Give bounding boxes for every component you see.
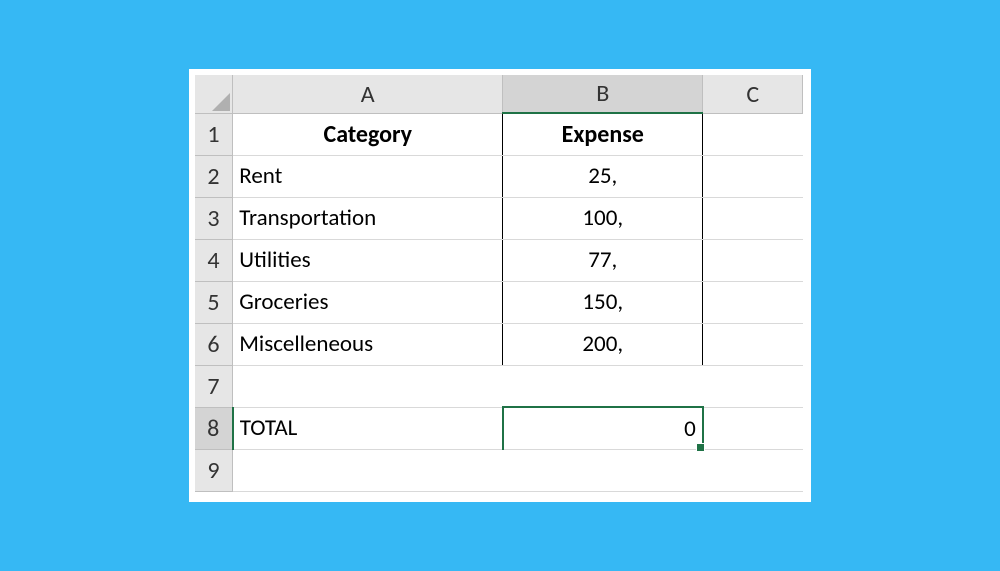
cell-b1[interactable]: Expense (503, 113, 703, 155)
cell-b3[interactable]: 100, (503, 197, 703, 239)
cell-c5[interactable] (703, 281, 803, 323)
cell-a9[interactable] (233, 449, 503, 491)
cell-b4[interactable]: 77, (503, 239, 703, 281)
cell-c9[interactable] (703, 449, 803, 491)
row-header-4[interactable]: 4 (195, 239, 233, 281)
row-header-3[interactable]: 3 (195, 197, 233, 239)
cell-c8[interactable] (703, 407, 803, 449)
row-header-7[interactable]: 7 (195, 365, 233, 407)
row-header-1[interactable]: 1 (195, 113, 233, 155)
row-header-8[interactable]: 8 (195, 407, 233, 449)
cell-a3[interactable]: Transportation (233, 197, 503, 239)
row-header-6[interactable]: 6 (195, 323, 233, 365)
col-header-a[interactable]: A (233, 75, 503, 113)
col-header-c[interactable]: C (703, 75, 803, 113)
cell-b7[interactable] (503, 365, 703, 407)
spreadsheet: A B C 1 Category Expense 2 Rent 25, 3 Tr… (189, 69, 812, 502)
row-header-5[interactable]: 5 (195, 281, 233, 323)
cell-c2[interactable] (703, 155, 803, 197)
select-all-corner[interactable] (195, 75, 233, 113)
cell-c4[interactable] (703, 239, 803, 281)
cell-c1[interactable] (703, 113, 803, 155)
cell-a8[interactable]: TOTAL (233, 407, 503, 449)
cell-b5[interactable]: 150, (503, 281, 703, 323)
cell-c6[interactable] (703, 323, 803, 365)
cell-c3[interactable] (703, 197, 803, 239)
cell-a5[interactable]: Groceries (233, 281, 503, 323)
cell-b6[interactable]: 200, (503, 323, 703, 365)
cell-a1[interactable]: Category (233, 113, 503, 155)
cell-a7[interactable] (233, 365, 503, 407)
cell-b9[interactable] (503, 449, 703, 491)
cell-a2[interactable]: Rent (233, 155, 503, 197)
grid: A B C 1 Category Expense 2 Rent 25, 3 Tr… (195, 75, 804, 492)
cell-a4[interactable]: Utilities (233, 239, 503, 281)
cell-b8[interactable]: 0 (503, 407, 703, 449)
row-header-9[interactable]: 9 (195, 449, 233, 491)
row-header-2[interactable]: 2 (195, 155, 233, 197)
col-header-b[interactable]: B (503, 75, 703, 113)
cell-c7[interactable] (703, 365, 803, 407)
cell-a6[interactable]: Miscelleneous (233, 323, 503, 365)
cell-b2[interactable]: 25, (503, 155, 703, 197)
